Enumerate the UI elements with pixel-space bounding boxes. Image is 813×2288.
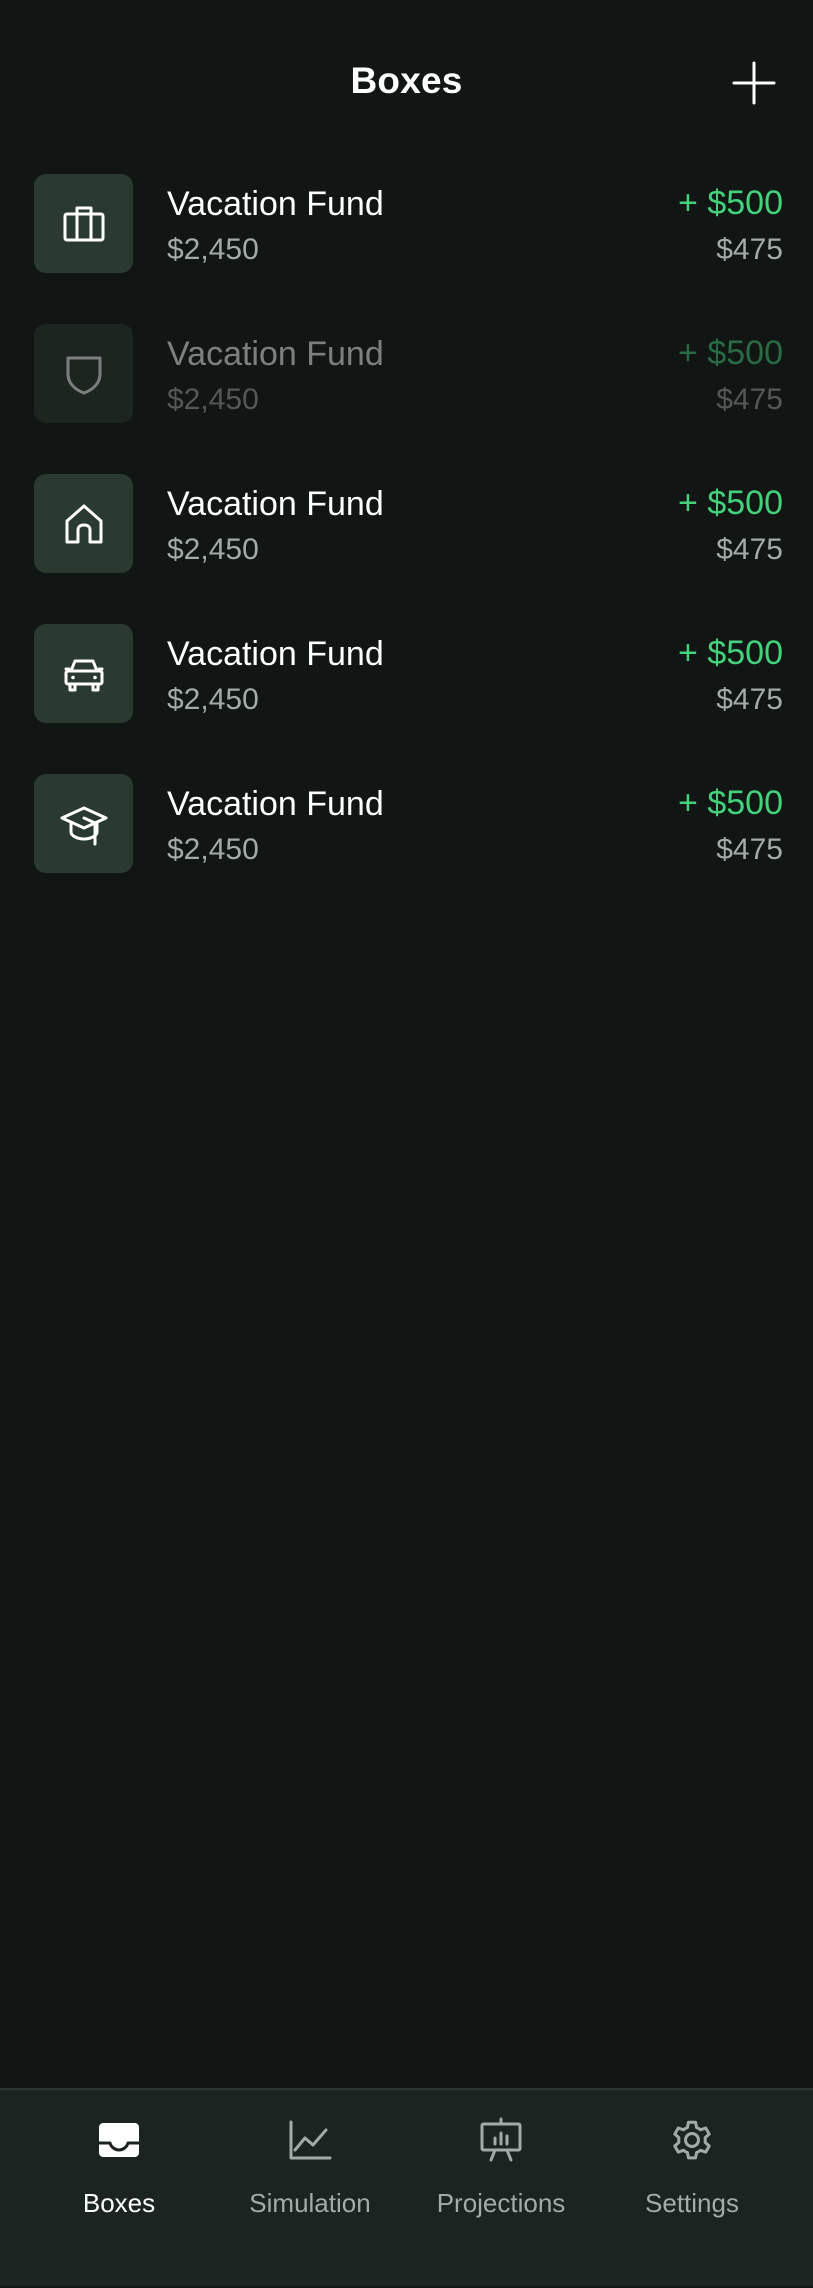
box-deposit: + $500 bbox=[678, 784, 783, 822]
box-balance: $2,450 bbox=[167, 533, 259, 566]
add-box-button[interactable] bbox=[731, 60, 777, 106]
box-deposit: + $500 bbox=[678, 634, 783, 672]
graduation-cap-icon bbox=[60, 806, 107, 845]
inbox-icon bbox=[99, 2123, 139, 2157]
tab-boxes[interactable]: Boxes bbox=[24, 2090, 214, 2288]
box-name: Vacation Fund bbox=[167, 485, 384, 523]
header: Boxes bbox=[0, 0, 813, 170]
car-icon bbox=[64, 659, 103, 691]
tab-label: Projections bbox=[436, 2188, 566, 2218]
box-name: Vacation Fund bbox=[167, 335, 384, 373]
line-chart-icon bbox=[289, 2120, 332, 2160]
box-name: Vacation Fund bbox=[167, 785, 384, 823]
box-item[interactable]: Vacation Fund $2,450 + $500 $475 bbox=[0, 174, 813, 324]
box-deposit: + $500 bbox=[678, 484, 783, 522]
tab-bar: Boxes Simulation Projections Settings bbox=[0, 2088, 813, 2286]
box-balance: $2,450 bbox=[167, 683, 259, 716]
box-balance: $2,450 bbox=[167, 833, 259, 866]
page-title: Boxes bbox=[350, 60, 463, 101]
briefcase-icon bbox=[63, 206, 104, 241]
box-item[interactable]: Vacation Fund $2,450 + $500 $475 bbox=[0, 324, 813, 474]
presentation-chart-icon bbox=[480, 2117, 522, 2162]
box-list: Vacation Fund $2,450 + $500 $475 Vacatio… bbox=[0, 174, 813, 924]
box-monthly-amount: $475 bbox=[716, 833, 783, 866]
tab-label: Simulation bbox=[249, 2188, 371, 2218]
tab-projections[interactable]: Projections bbox=[406, 2090, 596, 2288]
box-name: Vacation Fund bbox=[167, 635, 384, 673]
home-icon bbox=[65, 504, 102, 543]
box-balance: $2,450 bbox=[167, 233, 259, 266]
tab-settings[interactable]: Settings bbox=[597, 2090, 787, 2288]
box-icon-tile bbox=[34, 624, 133, 723]
tab-label: Settings bbox=[645, 2188, 739, 2218]
gear-icon bbox=[673, 2120, 711, 2160]
box-item[interactable]: Vacation Fund $2,450 + $500 $475 bbox=[0, 624, 813, 774]
box-icon-tile bbox=[34, 174, 133, 273]
box-item[interactable]: Vacation Fund $2,450 + $500 $475 bbox=[0, 474, 813, 624]
box-icon-tile bbox=[34, 474, 133, 573]
box-icon-tile bbox=[34, 324, 133, 423]
tab-simulation[interactable]: Simulation bbox=[215, 2090, 405, 2288]
box-deposit: + $500 bbox=[678, 334, 783, 372]
box-name: Vacation Fund bbox=[167, 185, 384, 223]
box-item[interactable]: Vacation Fund $2,450 + $500 $475 bbox=[0, 774, 813, 924]
box-icon-tile bbox=[34, 774, 133, 873]
box-monthly-amount: $475 bbox=[716, 533, 783, 566]
box-monthly-amount: $475 bbox=[716, 683, 783, 716]
box-deposit: + $500 bbox=[678, 184, 783, 222]
box-monthly-amount: $475 bbox=[716, 233, 783, 266]
tab-label: Boxes bbox=[82, 2188, 156, 2218]
box-monthly-amount: $475 bbox=[716, 383, 783, 416]
shield-icon bbox=[66, 356, 101, 394]
plus-icon bbox=[732, 61, 776, 105]
box-balance: $2,450 bbox=[167, 383, 259, 416]
